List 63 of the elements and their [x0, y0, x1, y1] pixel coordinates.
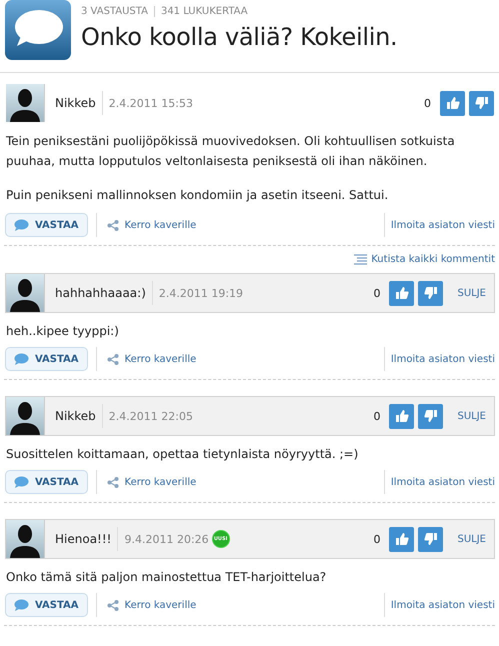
- dislike-button[interactable]: [418, 280, 444, 306]
- comment-text: heh..kipee tyyppi:): [5, 323, 120, 339]
- thumbs-up-icon: [394, 532, 409, 546]
- share-icon: [106, 600, 119, 610]
- close-button[interactable]: SULJE: [443, 410, 494, 422]
- thumbs-up-icon: [394, 409, 409, 423]
- speech-bubble-icon: [14, 353, 29, 365]
- vote-count: 0: [373, 532, 380, 546]
- reply-count: 3 VASTAUSTA: [81, 6, 149, 17]
- reply-button[interactable]: VASTAA: [5, 593, 88, 617]
- post-text: Tein peniksestäni puolijöpökissä muovivedoksen. Oli kohtuullisen sotkuista puuhaa, mutta lopputulos veltonlaisesta peniksestä oli ihan näköinen.: [5, 133, 456, 170]
- vote-count: 0: [373, 286, 380, 300]
- author-name[interactable]: Nikkeb: [49, 404, 103, 428]
- reply-button[interactable]: VASTAA: [5, 347, 88, 371]
- like-button[interactable]: [440, 90, 465, 116]
- speech-bubble-icon: [14, 476, 29, 488]
- share-icon: [106, 476, 119, 488]
- post-date: 9.4.2011 20:26: [123, 532, 209, 546]
- post-date: 2.4.2011 15:53: [108, 96, 193, 110]
- collapse-all-link[interactable]: Kutista kaikki kommentit: [354, 254, 495, 265]
- thumbs-down-icon: [424, 532, 438, 546]
- report-link[interactable]: Ilmoita asiaton viesti: [384, 347, 495, 371]
- post-date: 2.4.2011 22:05: [108, 410, 193, 422]
- speech-bubble-icon: [14, 219, 29, 231]
- dislike-button[interactable]: [418, 526, 444, 552]
- share-link[interactable]: Kerro kaverille: [96, 593, 196, 617]
- comment-text: Onko tämä sitä paljon mainostettua TET-harjoittelua?: [5, 569, 328, 585]
- report-link[interactable]: Ilmoita asiaton viesti: [384, 213, 495, 237]
- thumbs-down-icon: [424, 286, 438, 300]
- thumbs-up-icon: [394, 286, 409, 300]
- post-text: Puin penikseni mallinnoksen kondomiin ja asetin itseeni. Sattui.: [5, 187, 390, 204]
- comment-text: Suosittelen koittamaan, opettaa tietynlaista nöyryyttä. ;=): [5, 446, 360, 462]
- author-name[interactable]: hahhahhaaaa:): [49, 281, 153, 305]
- author-name[interactable]: Hienoa!!!: [49, 527, 118, 551]
- speech-bubble-icon: [14, 599, 29, 611]
- list-icon: [354, 254, 368, 265]
- author-name[interactable]: Nikkeb: [49, 91, 103, 115]
- reply-button[interactable]: VASTAA: [5, 470, 88, 494]
- close-button[interactable]: SULJE: [443, 534, 494, 544]
- dislike-button[interactable]: [469, 90, 494, 116]
- close-button[interactable]: SULJE: [443, 288, 494, 298]
- thumbs-down-icon: [424, 409, 438, 423]
- like-button[interactable]: [389, 404, 414, 428]
- share-link[interactable]: Kerro kaverille: [96, 213, 196, 237]
- post-date: 2.4.2011 19:19: [158, 286, 244, 300]
- like-button[interactable]: [389, 526, 414, 552]
- avatar: [6, 84, 45, 122]
- vote-count: 0: [373, 410, 380, 422]
- share-icon: [106, 354, 119, 364]
- report-link[interactable]: Ilmoita asiaton viesti: [384, 470, 495, 494]
- thread-title: Onko koolla väliä? Kokeilin.: [81, 23, 398, 51]
- vote-count: 0: [424, 96, 431, 110]
- thumbs-up-icon: [446, 96, 460, 110]
- share-link[interactable]: Kerro kaverille: [96, 470, 196, 494]
- report-link[interactable]: Ilmoita asiaton viesti: [384, 593, 495, 617]
- read-count: 341 LUKUKERTAA: [154, 6, 254, 17]
- share-icon: [106, 220, 119, 230]
- reply-button[interactable]: VASTAA: [5, 213, 88, 237]
- share-link[interactable]: Kerro kaverille: [96, 347, 196, 371]
- speech-bubble-logo: [5, 0, 71, 60]
- dislike-button[interactable]: [418, 404, 444, 428]
- like-button[interactable]: [389, 280, 414, 306]
- thumbs-down-icon: [474, 96, 488, 110]
